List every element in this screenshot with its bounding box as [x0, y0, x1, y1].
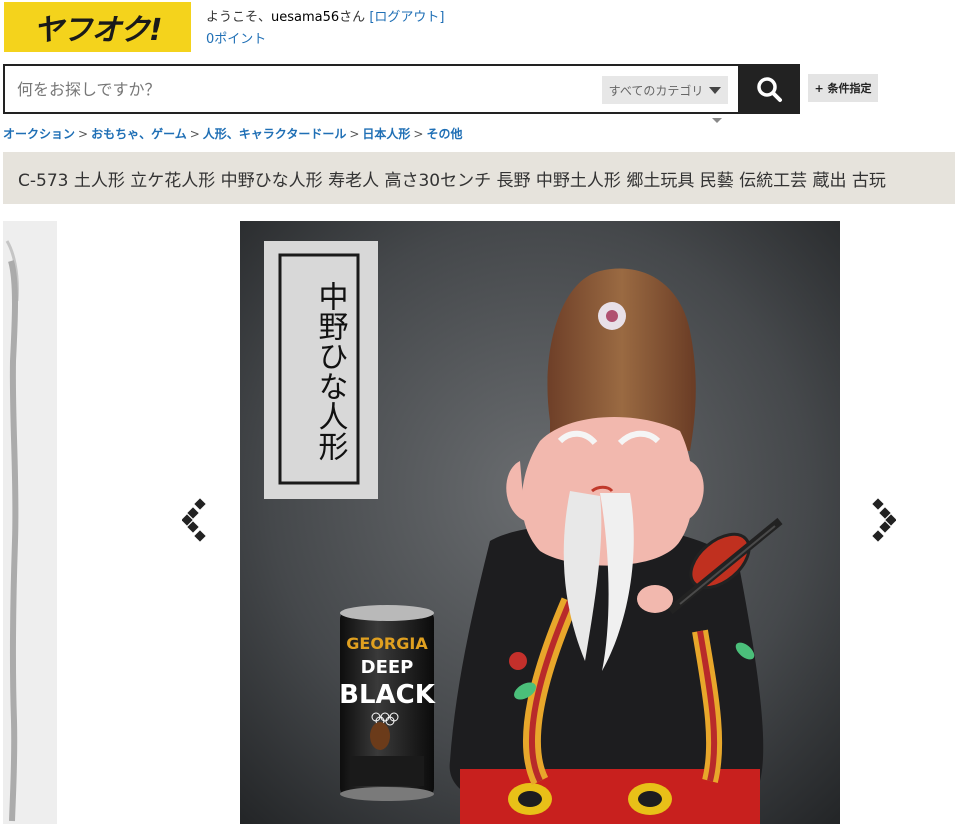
dropdown-hint-icon: [712, 118, 722, 123]
prev-image-button[interactable]: [181, 498, 212, 542]
next-image-button[interactable]: [866, 498, 897, 542]
welcome-message: ようこそ、uesama56さん [ログアウト]: [206, 10, 444, 26]
username: uesama56: [271, 10, 340, 25]
caret-down-icon: [709, 86, 722, 94]
condition-filter-button[interactable]: + 条件指定: [808, 74, 878, 102]
main-product-image[interactable]: 中野ひな人形 GEORGIA DEEP BLACK: [240, 221, 840, 824]
search-button[interactable]: [738, 64, 800, 114]
chevron-right-icon: [872, 498, 897, 542]
welcome-suffix: さん: [339, 10, 366, 25]
category-select[interactable]: すべてのカテゴリ: [602, 76, 728, 104]
search-bar: すべてのカテゴリ: [3, 64, 740, 114]
breadcrumb-separator: >: [78, 127, 89, 141]
georgia-coffee-can: GEORGIA DEEP BLACK: [339, 605, 436, 801]
can-line2-text: BLACK: [339, 680, 436, 710]
previous-image-thumbnail[interactable]: [3, 221, 57, 824]
yahuoku-logo[interactable]: ヤフオク!: [4, 2, 191, 52]
search-icon: [757, 77, 782, 102]
can-line1-text: DEEP: [361, 657, 414, 678]
signature-stamp-inset: 中野ひな人形: [264, 241, 378, 499]
brush-stroke-image: [3, 221, 57, 824]
breadcrumb-item[interactable]: おもちゃ、ゲーム: [91, 127, 187, 141]
product-photo: 中野ひな人形 GEORGIA DEEP BLACK: [240, 221, 840, 824]
logo-text: ヤフオク!: [33, 13, 162, 48]
svg-text:中野ひな人形: 中野ひな人形: [313, 281, 348, 461]
can-brand-text: GEORGIA: [346, 634, 428, 653]
points-link[interactable]: 0ポイント: [206, 28, 266, 47]
breadcrumb-item[interactable]: 人形、キャラクタードール: [203, 127, 347, 141]
breadcrumb-item[interactable]: オークション: [3, 127, 75, 141]
breadcrumb-item[interactable]: その他: [426, 127, 462, 141]
breadcrumb-separator: >: [189, 127, 200, 141]
logout-link[interactable]: [ログアウト]: [369, 10, 444, 25]
chevron-left-icon: [181, 498, 206, 542]
welcome-prefix: ようこそ、: [206, 10, 272, 25]
category-select-label: すべてのカテゴリ: [608, 83, 704, 98]
search-input[interactable]: [15, 76, 579, 102]
breadcrumb-separator: >: [413, 127, 424, 141]
breadcrumb: オークション > おもちゃ、ゲーム > 人形、キャラクタードール > 日本人形 > その他: [3, 125, 462, 142]
breadcrumb-item[interactable]: 日本人形: [362, 127, 410, 141]
item-title-bar: C-573 土人形 立ケ花人形 中野ひな人形 寿老人 高さ30センチ 長野 中野…: [3, 152, 955, 204]
item-title: C-573 土人形 立ケ花人形 中野ひな人形 寿老人 高さ30センチ 長野 中野…: [18, 170, 886, 191]
breadcrumb-separator: >: [349, 127, 360, 141]
